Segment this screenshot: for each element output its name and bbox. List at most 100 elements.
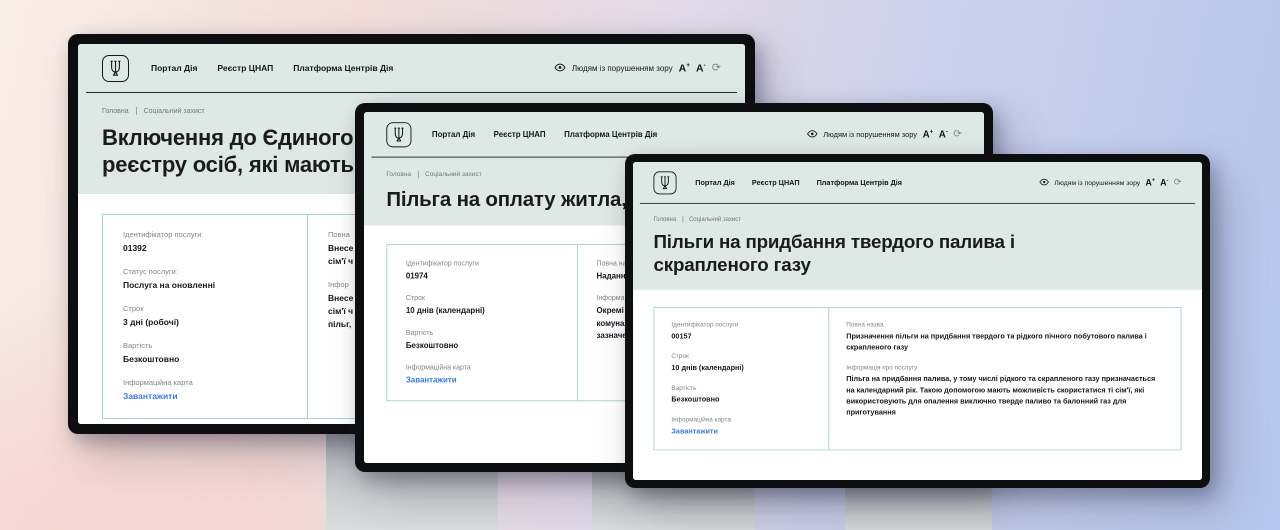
breadcrumb-home[interactable]: Головна [102, 108, 129, 115]
field-full-name: Повна назва Призначення пільги на придба… [846, 320, 1163, 353]
field-term: Строк 3 дні (робочі) [123, 304, 287, 329]
accessibility-controls: Людям із порушенням зору A+ A- ⟳ [1039, 175, 1182, 190]
field-label: Інформаційна карта [406, 363, 559, 371]
accessibility-controls: Людям із порушенням зору A+ A- ⟳ [554, 59, 721, 77]
field-value: Безкоштовно [123, 353, 287, 366]
field-value: 00157 [671, 330, 811, 341]
breadcrumb-home[interactable]: Головна [386, 171, 411, 178]
card-column-left: Ідентифікатор послуги 01392 Статус послу… [103, 215, 308, 419]
field-info-card: Інформаційна карта Завантажити [123, 378, 287, 403]
nav-platforma-centriv-diia[interactable]: Платформа Центрів Дія [564, 130, 657, 139]
field-value: 3 дні (робочі) [123, 316, 287, 329]
ukraine-trident-icon[interactable] [102, 55, 129, 82]
accessibility-label[interactable]: Людям із порушенням зору [572, 64, 673, 73]
field-label: Строк [406, 294, 559, 302]
site-header: Портал Дія Реєстр ЦНАП Платформа Центрів… [78, 44, 745, 92]
accessibility-label[interactable]: Людям із порушенням зору [1054, 179, 1140, 187]
nav-reestr-cnap[interactable]: Реєстр ЦНАП [217, 63, 273, 73]
screen: Портал Дія Реєстр ЦНАП Платформа Центрів… [633, 162, 1202, 480]
nav-portal-diia[interactable]: Портал Дія [432, 130, 475, 139]
field-cost: Вартість Безкоштовно [406, 328, 559, 351]
font-decrease-button[interactable]: A- [1160, 178, 1168, 187]
site-header: Портал Дія Реєстр ЦНАП Платформа Центрів… [633, 162, 1202, 203]
breadcrumb-section[interactable]: Соціальний захист [689, 216, 741, 222]
field-label: Ідентифікатор послуги [406, 259, 559, 267]
ukraine-trident-icon[interactable] [386, 122, 411, 147]
breadcrumb-separator [136, 107, 137, 115]
main-nav: Портал Дія Реєстр ЦНАП Платформа Центрів… [695, 178, 902, 187]
field-label: Інформаційна карта [671, 415, 811, 423]
field-info-card: Інформаційна карта Завантажити [671, 415, 811, 436]
field-value: 10 днів (календарні) [406, 305, 559, 317]
field-label: Вартість [123, 341, 287, 350]
nav-platforma-centriv-diia[interactable]: Платформа Центрів Дія [817, 178, 902, 187]
nav-reestr-cnap[interactable]: Реєстр ЦНАП [494, 130, 546, 139]
download-link[interactable]: Завантажити [123, 390, 287, 403]
field-service-id: Ідентифікатор послуги 00157 [671, 320, 811, 341]
field-cost: Вартість Безкоштовно [123, 341, 287, 366]
field-value: Послуга на оновленні [123, 279, 287, 292]
site-header: Портал Дія Реєстр ЦНАП Платформа Центрів… [364, 112, 984, 157]
refresh-icon[interactable]: ⟳ [1174, 178, 1182, 187]
font-decrease-button[interactable]: A- [696, 63, 706, 74]
accessibility-label[interactable]: Людям із порушенням зору [823, 130, 917, 138]
field-label: Ідентифікатор послуги [671, 320, 811, 328]
field-label: Повна назва [846, 320, 1163, 328]
field-label: Інформаційна карта [123, 378, 287, 387]
eye-icon [807, 126, 818, 143]
ukraine-trident-icon[interactable] [653, 171, 676, 194]
accessibility-controls: Людям із порушенням зору A+ A- ⟳ [807, 126, 962, 143]
nav-portal-diia[interactable]: Портал Дія [151, 63, 197, 73]
field-value: 01974 [406, 270, 559, 282]
card-column-right: Повна назва Призначення пільги на придба… [829, 307, 1180, 449]
field-term: Строк 10 днів (календарні) [406, 294, 559, 317]
field-value: Безкоштовно [406, 339, 559, 351]
breadcrumb-separator [418, 171, 419, 178]
breadcrumb-section[interactable]: Соціальний захист [144, 108, 205, 115]
service-card: Ідентифікатор послуги 00157 Строк 10 дні… [653, 307, 1181, 451]
main-nav: Портал Дія Реєстр ЦНАП Платформа Центрів… [151, 63, 393, 73]
field-label: Інформація про послугу [846, 363, 1163, 371]
field-value: Призначення пільги на придбання твердого… [846, 330, 1163, 352]
field-value: Безкоштовно [671, 394, 811, 405]
refresh-icon[interactable]: ⟳ [953, 129, 962, 139]
card-column-left: Ідентифікатор послуги 01974 Строк 10 дні… [387, 245, 578, 400]
nav-platforma-centriv-diia[interactable]: Платформа Центрів Дія [293, 63, 393, 73]
nav-portal-diia[interactable]: Портал Дія [695, 178, 735, 187]
field-cost: Вартість Безкоштовно [671, 384, 811, 405]
nav-reestr-cnap[interactable]: Реєстр ЦНАП [752, 178, 800, 187]
download-link[interactable]: Завантажити [671, 426, 811, 437]
breadcrumb-section[interactable]: Соціальний захист [425, 171, 482, 178]
field-service-id: Ідентифікатор послуги 01974 [406, 259, 559, 282]
breadcrumb-home[interactable]: Головна [653, 216, 676, 222]
breadcrumb-separator [682, 216, 683, 223]
font-decrease-button[interactable]: A- [939, 129, 948, 139]
field-value: 01392 [123, 242, 287, 255]
field-label: Вартість [671, 384, 811, 392]
field-label: Вартість [406, 328, 559, 336]
breadcrumb: Головна Соціальний захист [653, 216, 1181, 223]
field-service-status: Статус послуги: Послуга на оновленні [123, 267, 287, 292]
field-service-info: Інформація про послугу Пільга на придбан… [846, 363, 1163, 418]
field-value: 10 днів (календарні) [671, 362, 811, 373]
font-increase-button[interactable]: A+ [679, 63, 690, 74]
hero: Головна Соціальний захист Пільги на прид… [633, 204, 1202, 290]
page-top-band: Портал Дія Реєстр ЦНАП Платформа Центрів… [633, 162, 1202, 290]
font-increase-button[interactable]: A+ [923, 129, 934, 139]
field-label: Статус послуги: [123, 267, 287, 276]
field-service-id: Ідентифікатор послуги 01392 [123, 230, 287, 255]
refresh-icon[interactable]: ⟳ [712, 63, 721, 74]
field-label: Строк [123, 304, 287, 313]
font-increase-button[interactable]: A+ [1145, 178, 1155, 187]
field-label: Ідентифікатор послуги [123, 230, 287, 239]
monitor-front-right: Портал Дія Реєстр ЦНАП Платформа Центрів… [625, 154, 1210, 488]
content: Ідентифікатор послуги 00157 Строк 10 дні… [633, 290, 1202, 468]
field-value: Пільга на придбання палива, у тому числі… [846, 373, 1163, 418]
page-title: Пільги на придбання твердого палива і ск… [653, 230, 1131, 277]
main-nav: Портал Дія Реєстр ЦНАП Платформа Центрів… [432, 130, 657, 139]
eye-icon [1039, 175, 1049, 190]
card-column-left: Ідентифікатор послуги 00157 Строк 10 дні… [654, 307, 829, 449]
field-term: Строк 10 днів (календарні) [671, 352, 811, 373]
download-link[interactable]: Завантажити [406, 374, 559, 386]
field-label: Строк [671, 352, 811, 360]
